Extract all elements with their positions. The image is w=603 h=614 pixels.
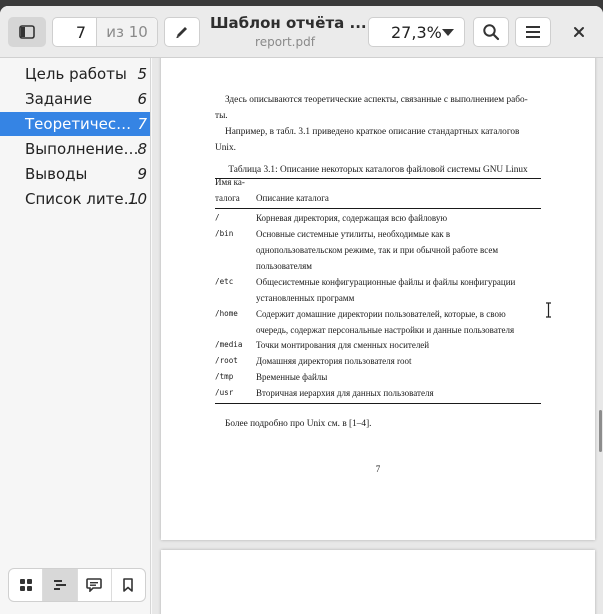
sidebar-toggle-button[interactable] — [8, 17, 46, 47]
bookmark-icon — [123, 578, 134, 592]
annotations-tab[interactable] — [78, 569, 112, 601]
outline-item-page: 8 — [137, 140, 147, 158]
outline-item-label: Список лите… — [25, 190, 139, 208]
search-button[interactable] — [473, 17, 509, 47]
table-cell-desc: Общесистемные конфигурационные файлы и ф… — [256, 277, 516, 303]
table-cell-desc: Корневая директория, содержащая всю файл… — [256, 213, 448, 223]
paragraph: Например, в табл. 3.1 приведено краткое … — [215, 124, 545, 156]
total-pages-label: из 10 — [97, 18, 157, 46]
table-cell-desc: Домашняя директория пользователя root — [256, 356, 412, 366]
table-cell-desc: Содержит домашние директории пользовател… — [256, 309, 515, 335]
window-title: Шаблон отчёта ... — [210, 14, 367, 32]
outline-icon — [53, 580, 66, 590]
document-view[interactable]: Здесь описываются теоретические аспекты,… — [152, 58, 603, 614]
table-header-rule — [215, 208, 541, 209]
table-header-col1: Имя ка- талога — [215, 177, 245, 203]
table-cell-dir: / — [215, 213, 220, 222]
search-icon — [483, 24, 500, 41]
table-cell-dir: /home — [215, 309, 238, 318]
table-cell-dir: /usr — [215, 388, 234, 397]
outline-item-selected[interactable]: Теоретичес… 7 — [0, 112, 150, 136]
text-line: Unix. — [215, 143, 236, 153]
window-title-area: Шаблон отчёта ... report.pdf — [210, 14, 367, 49]
current-page-input[interactable]: 7 — [53, 18, 97, 46]
sidebar-view-switcher — [8, 568, 146, 602]
paragraph: Более подробно про Unix см. в [1–4]. — [225, 419, 372, 429]
table-cell-desc: Основные системные утилиты, необходимые … — [256, 229, 499, 271]
table-top-rule — [215, 178, 541, 179]
paragraph: Здесь описываются теоретические аспекты,… — [215, 92, 545, 124]
outline-item-page: 5 — [137, 65, 147, 83]
close-icon — [574, 27, 584, 37]
outline-tab[interactable] — [43, 569, 78, 601]
outline-item-page: 10 — [127, 190, 147, 208]
table-cell-dir: /bin — [215, 229, 234, 238]
text-line: ты. — [215, 111, 228, 121]
vertical-scrollbar[interactable] — [599, 410, 602, 452]
table-cell-desc: Вторичная иерархия для данных пользовате… — [256, 388, 434, 398]
document-page: Здесь описываются теоретические аспекты,… — [161, 58, 595, 540]
outline-sidebar: Цель работы 5 Задание 6 Теоретичес… 7 Вы… — [0, 58, 151, 614]
outline-item-label: Теоретичес… — [25, 115, 132, 133]
outline-item[interactable]: Выводы 9 — [0, 162, 150, 186]
sidebar-toggle-icon — [19, 25, 35, 39]
outline-item-label: Выполнение… — [25, 140, 139, 158]
text-line: Здесь описываются теоретические аспекты,… — [225, 95, 528, 105]
text-line: Например, в табл. 3.1 приведено краткое … — [225, 127, 520, 137]
outline-item-page: 7 — [137, 115, 147, 133]
hamburger-menu-icon — [526, 26, 540, 38]
pencil-icon — [176, 27, 187, 39]
annotate-button[interactable] — [164, 17, 200, 47]
table-cell-dir: /media — [215, 340, 243, 349]
table-bottom-rule — [215, 403, 541, 404]
window-subtitle: report.pdf — [255, 35, 315, 49]
table-cell-desc: Временные файлы — [256, 372, 328, 382]
next-document-page — [161, 550, 595, 614]
outline-item-label: Выводы — [25, 165, 88, 183]
page-selector: 7 из 10 — [52, 17, 158, 47]
outline-item[interactable]: Выполнение… 8 — [0, 137, 150, 161]
table-cell-desc: Точки монтирования для сменных носителей — [256, 340, 430, 350]
header-bar: 7 из 10 Шаблон отчёта ... report.pdf 27,… — [0, 6, 603, 58]
outline-item-label: Задание — [25, 90, 93, 108]
outline-item[interactable]: Задание 6 — [0, 87, 150, 111]
annotations-icon — [86, 578, 102, 592]
text-cursor-icon — [546, 302, 551, 318]
close-button[interactable] — [563, 17, 595, 47]
table-cell-dir: /tmp — [215, 372, 234, 381]
table-cell-dir: /root — [215, 356, 238, 365]
outline-item[interactable]: Список лите… 10 — [0, 187, 150, 211]
zoom-value: 27,3% — [391, 22, 442, 42]
table-header-col2: Описание каталога — [256, 193, 329, 203]
table-caption: Таблица 3.1: Описание некоторых каталого… — [228, 165, 528, 175]
thumbnails-icon — [19, 579, 32, 591]
main-menu-button[interactable] — [515, 17, 551, 47]
outline-item-page: 9 — [137, 165, 147, 183]
page-number: 7 — [375, 464, 381, 474]
document-viewer-window: 7 из 10 Шаблон отчёта ... report.pdf 27,… — [0, 6, 603, 614]
thumbnails-tab[interactable] — [9, 569, 44, 601]
bookmarks-tab[interactable] — [112, 569, 145, 601]
outline-item[interactable]: Цель работы 5 — [0, 62, 150, 86]
chevron-down-icon — [442, 29, 454, 36]
table-cell-dir: /etc — [215, 277, 234, 286]
outline-item-label: Цель работы — [25, 65, 127, 83]
zoom-selector[interactable]: 27,3% — [368, 17, 465, 47]
outline-item-page: 6 — [137, 90, 147, 108]
